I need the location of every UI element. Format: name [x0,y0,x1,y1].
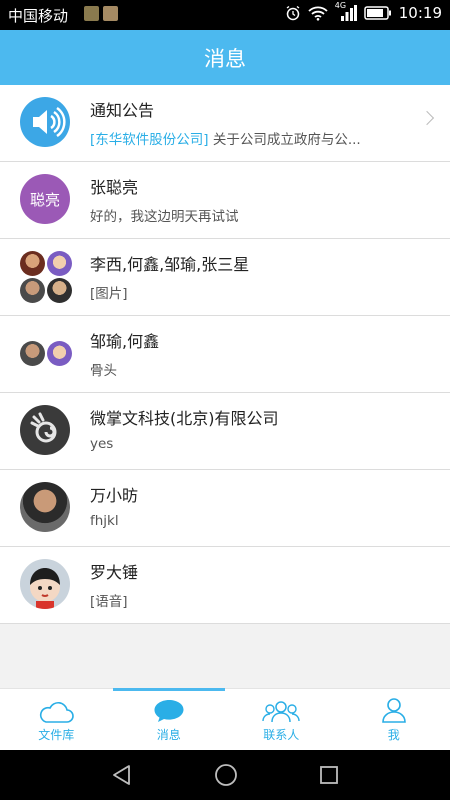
conversation-preview: yes [90,436,114,452]
status-bar: 中国移动 4G 10:19 [0,0,450,30]
avatar: 聪亮 [20,174,70,224]
tab-label: 我 [387,728,400,742]
conversation-item[interactable]: 万小昉 fhjkl [0,470,450,547]
person-icon [381,698,406,723]
tab-contacts[interactable]: 联系人 [225,689,338,751]
group-avatar [20,328,74,382]
tab-label: 文件库 [38,728,75,742]
conversation-item-group[interactable]: 李西,何鑫,邹瑜,张三星 [图片] [0,239,450,316]
header-bar: 消息 [0,30,450,85]
bottom-tab-bar: 文件库 消息 联系人 我 [0,688,450,751]
conversation-name: 李西,何鑫,邹瑜,张三星 [90,255,250,274]
conversation-preview: [图片] [90,286,128,302]
tab-messages[interactable]: 消息 [112,688,226,751]
recents-icon[interactable] [318,764,340,786]
conversation-name: 罗大锤 [90,563,139,582]
cloud-icon [40,702,75,723]
conversation-item[interactable]: 聪亮 张聪亮 好的，我这边明天再试试 [0,162,450,239]
carrier-label: 中国移动 [8,7,69,25]
conversation-preview: 好的，我这边明天再试试 [90,209,239,225]
conversation-name: 微掌文科技(北京)有限公司 [90,409,279,428]
conversation-name: 邹瑜,何鑫 [90,332,160,351]
clock: 10:19 [398,4,442,22]
conversation-preview: fhjkl [90,513,119,529]
avatar [20,559,70,609]
conversation-name: 张聪亮 [90,178,139,197]
conversation-list: 通知公告 [东华软件股份公司] 关于公司成立政府与公... 聪亮 张聪亮 好的，… [0,85,450,624]
company-tag: [东华软件股份公司] [90,132,209,148]
image-notification-icon [103,6,118,21]
conversation-item[interactable]: 罗大锤 [语音] [0,547,450,624]
wifi-icon [308,6,328,21]
speaker-icon [20,97,70,147]
tab-label: 联系人 [263,728,300,742]
conversation-item-group[interactable]: 邹瑜,何鑫 骨头 [0,316,450,393]
member-avatar [20,251,45,276]
contacts-icon [262,701,300,723]
conversation-item[interactable]: 微掌文科技(北京)有限公司 yes [0,393,450,470]
member-avatar [20,278,45,303]
member-avatar [47,278,72,303]
chat-bubble-icon [154,700,184,722]
preview-text: 关于公司成立政府与公... [208,132,361,148]
conversation-preview: [语音] [90,594,128,610]
tab-files[interactable]: 文件库 [0,689,113,751]
chevron-right-icon [419,110,435,126]
conversation-name: 通知公告 [90,101,155,120]
avatar [20,482,70,532]
conversation-preview: [东华软件股份公司] 关于公司成立政府与公... [90,128,390,148]
alarm-icon [286,5,300,21]
signal-icon [340,5,357,21]
battery-icon [364,6,391,20]
conversation-name: 万小昉 [90,486,139,505]
member-avatar [20,341,45,366]
system-nav-bar [0,750,450,800]
home-icon[interactable] [213,762,239,788]
signal-indicator: 4G [335,1,357,22]
group-avatar [20,251,74,305]
tab-me[interactable]: 我 [338,689,450,751]
conversation-item-announcements[interactable]: 通知公告 [东华软件股份公司] 关于公司成立政府与公... [0,85,450,162]
company-logo-icon [20,405,70,455]
conversation-preview: 骨头 [90,363,117,379]
page-title: 消息 [204,46,246,71]
member-avatar [47,341,72,366]
avatar-initials: 聪亮 [29,190,60,209]
notification-icon [84,6,99,21]
back-icon[interactable] [110,763,134,787]
member-avatar [47,251,72,276]
tab-label: 消息 [156,728,181,742]
